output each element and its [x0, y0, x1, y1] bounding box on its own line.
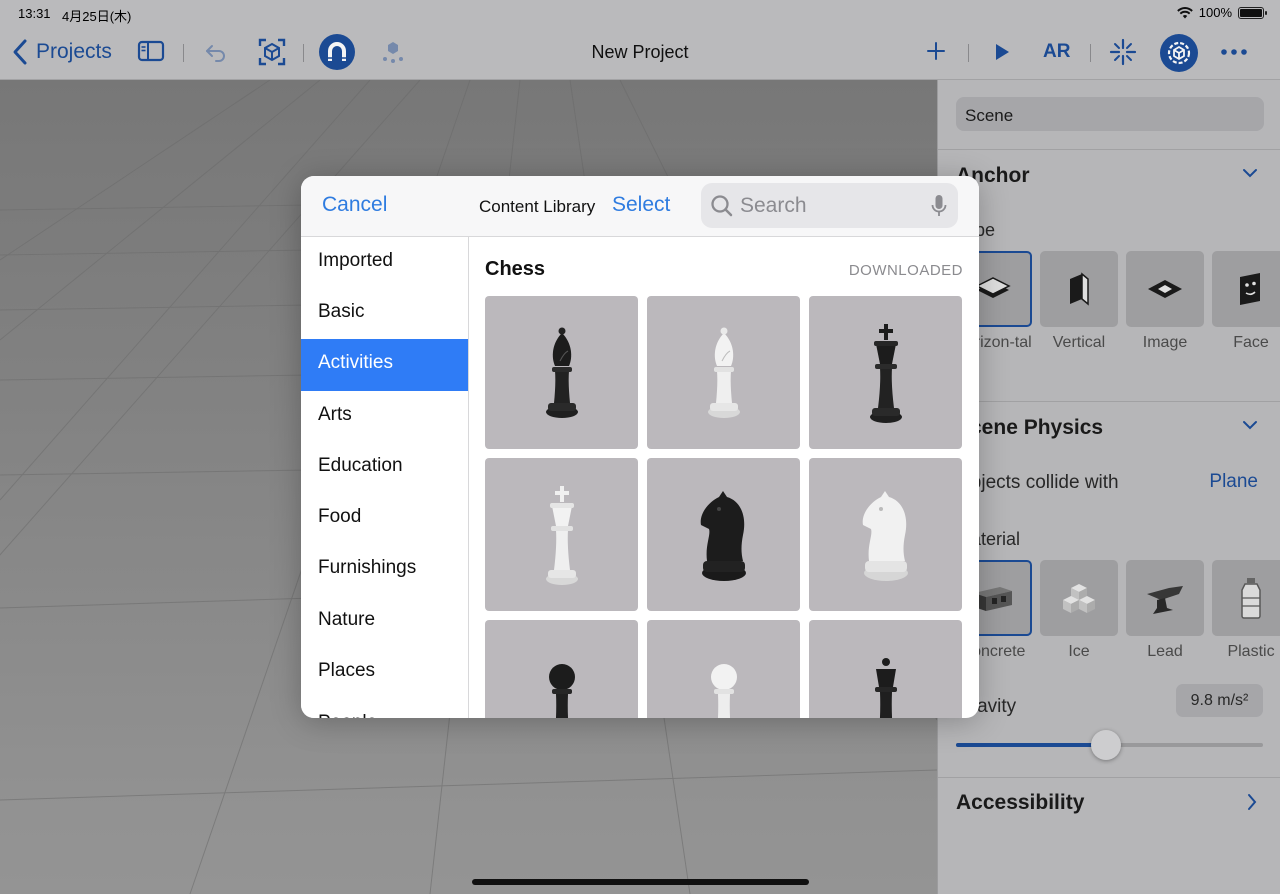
select-button[interactable]: Select — [612, 193, 670, 217]
asset-tile-black-king[interactable] — [809, 296, 962, 449]
black-knight-icon — [700, 490, 746, 581]
modal-title: Content Library — [479, 197, 596, 216]
search-icon — [711, 195, 733, 217]
asset-grid-area: Chess DOWNLOADED — [469, 237, 979, 718]
asset-tile-black-pawn[interactable] — [485, 620, 638, 718]
asset-tile-white-pawn[interactable] — [647, 620, 800, 718]
asset-tile-black-bishop[interactable] — [485, 296, 638, 449]
category-item[interactable]: People — [301, 699, 468, 718]
black-bishop-icon — [545, 327, 578, 418]
microphone-icon[interactable] — [930, 194, 948, 218]
search-placeholder: Search — [740, 194, 807, 217]
content-library-modal: Cancel Content Library Select Search Imp… — [301, 176, 979, 718]
asset-tile-black-queen[interactable] — [809, 620, 962, 718]
category-item-selected[interactable]: Activities — [301, 339, 468, 391]
category-item[interactable]: Food — [301, 493, 468, 545]
category-item[interactable]: Places — [301, 647, 468, 699]
home-indicator — [472, 879, 809, 885]
category-item[interactable]: Imported — [301, 237, 468, 289]
category-item[interactable]: Education — [301, 442, 468, 494]
section-status: DOWNLOADED — [848, 262, 963, 279]
category-item[interactable]: Nature — [301, 596, 468, 648]
category-list[interactable]: Imported Basic Activities Arts Education… — [301, 237, 469, 718]
section-title: Chess — [485, 258, 546, 280]
cancel-button[interactable]: Cancel — [322, 193, 387, 217]
white-pawn-icon — [710, 663, 737, 718]
white-bishop-icon — [707, 327, 740, 418]
white-knight-icon — [862, 490, 908, 581]
black-pawn-icon — [548, 663, 575, 718]
modal-header: Cancel Content Library Select Search — [301, 176, 979, 237]
asset-tile-black-knight[interactable] — [647, 458, 800, 611]
category-item[interactable]: Basic — [301, 288, 468, 340]
category-item[interactable]: Furnishings — [301, 544, 468, 596]
asset-tile-white-bishop[interactable] — [647, 296, 800, 449]
black-queen-icon — [874, 657, 897, 718]
black-king-icon — [869, 323, 902, 423]
search-field[interactable]: Search — [701, 183, 958, 228]
white-king-icon — [545, 485, 578, 585]
asset-tile-white-knight[interactable] — [809, 458, 962, 611]
asset-tile-white-king[interactable] — [485, 458, 638, 611]
category-item[interactable]: Arts — [301, 391, 468, 443]
